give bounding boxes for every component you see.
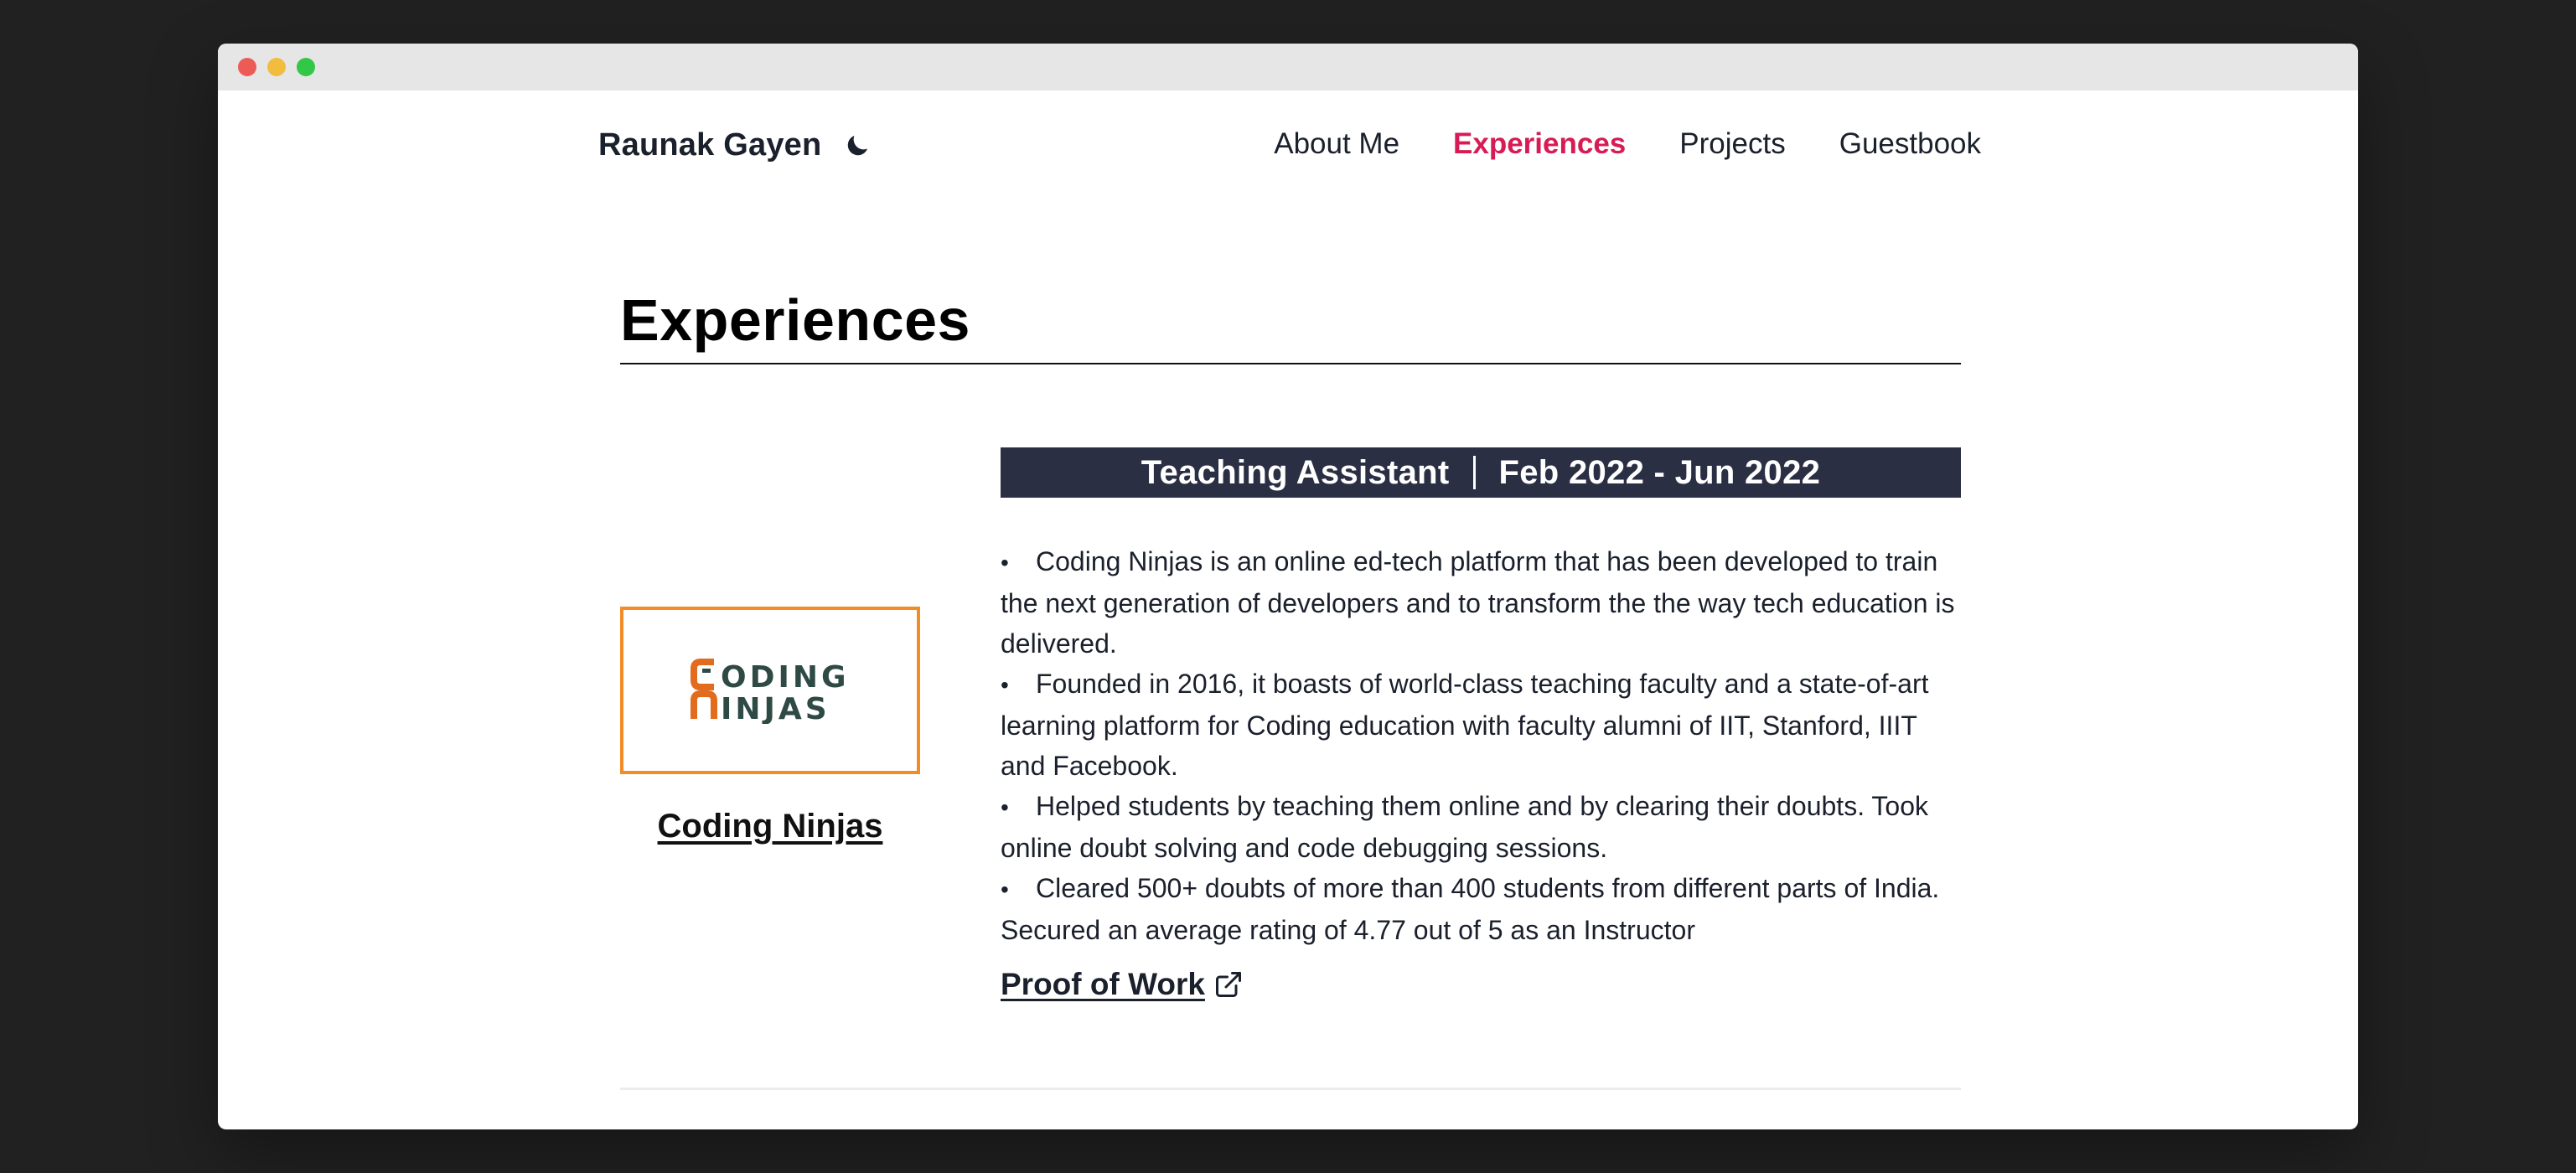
- title-divider: [620, 363, 1961, 364]
- coding-ninjas-logo: ODING INJAS: [691, 659, 850, 724]
- site-brand: Raunak Gayen: [598, 127, 873, 163]
- nav-projects[interactable]: Projects: [1679, 127, 1785, 161]
- company-name-link[interactable]: Coding Ninjas: [620, 808, 920, 845]
- moon-icon[interactable]: [841, 130, 873, 162]
- nav-guestbook[interactable]: Guestbook: [1839, 127, 1981, 161]
- proof-of-work-link[interactable]: Proof of Work: [1001, 967, 1244, 1002]
- section-divider: [620, 1088, 1961, 1090]
- list-item: • Cleared 500+ doubts of more than 400 st…: [1001, 873, 1940, 945]
- nav-about-me[interactable]: About Me: [1274, 127, 1399, 161]
- nav-experiences[interactable]: Experiences: [1453, 127, 1626, 161]
- window-titlebar: [218, 44, 2358, 90]
- proof-of-work-label: Proof of Work: [1001, 967, 1205, 1001]
- list-item: • Founded in 2016, it boasts of world-cla…: [1001, 669, 1929, 781]
- role-separator: [1472, 456, 1476, 489]
- role-period: Feb 2022 - Jun 2022: [1498, 453, 1821, 491]
- company-card: ODING INJAS Coding Ninjas: [620, 607, 920, 845]
- page-title: Experiences: [620, 287, 970, 353]
- logo-line-2: INJAS: [721, 692, 830, 724]
- experience-bullet-list: • Coding Ninjas is an online ed-tech plat…: [1001, 541, 1961, 950]
- list-item: • Helped students by teaching them online…: [1001, 791, 1928, 863]
- brand-name[interactable]: Raunak Gayen: [598, 127, 821, 163]
- logo-line-1: ODING: [721, 660, 850, 695]
- company-logo-box[interactable]: ODING INJAS: [620, 607, 920, 774]
- minimize-window-button[interactable]: [267, 58, 286, 76]
- role-title: Teaching Assistant: [1141, 453, 1450, 491]
- external-link-icon: [1213, 969, 1244, 1000]
- main-nav: About Me Experiences Projects Guestbook: [1274, 127, 1981, 161]
- browser-window: Raunak Gayen About Me Experiences Projec…: [218, 44, 2358, 1129]
- list-item: • Coding Ninjas is an online ed-tech plat…: [1001, 546, 1955, 659]
- role-header: Teaching Assistant Feb 2022 - Jun 2022: [1001, 447, 1961, 498]
- maximize-window-button[interactable]: [297, 58, 315, 76]
- close-window-button[interactable]: [238, 58, 256, 76]
